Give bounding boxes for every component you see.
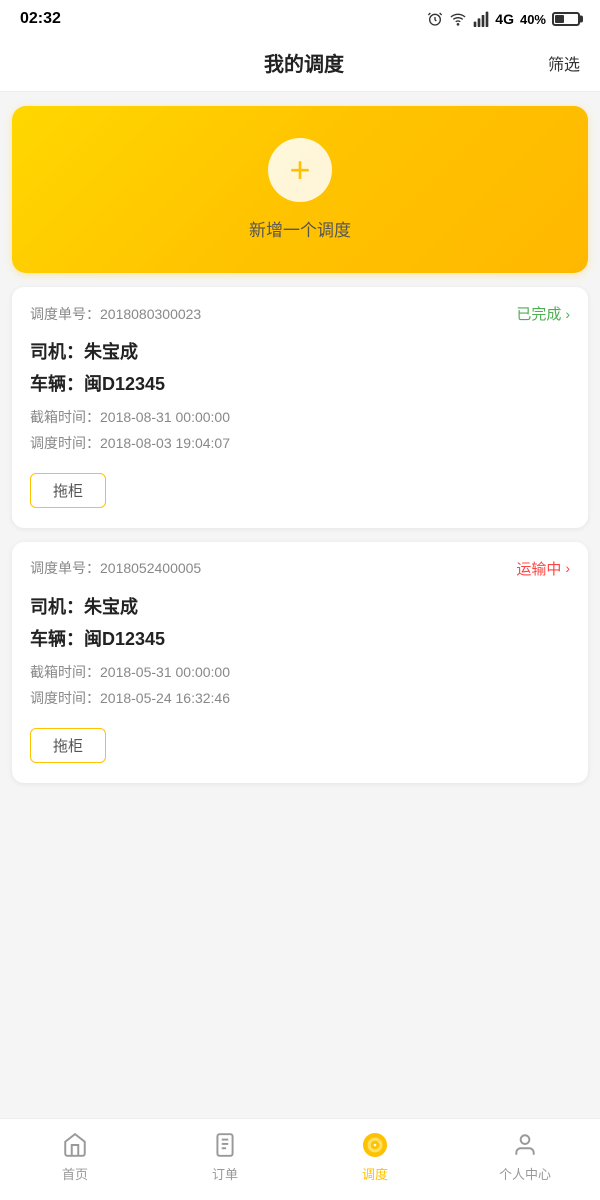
battery-percent: 40% — [520, 12, 546, 27]
nav-label-order: 订单 — [212, 1164, 238, 1183]
order-status-2[interactable]: 运输中 › — [516, 558, 570, 579]
order-vehicle-2: 车辆：闽D12345 — [30, 625, 570, 651]
order-tag-button-2[interactable]: 拖柜 — [30, 728, 106, 763]
bottom-nav: 首页 订单 调度 — [0, 1118, 600, 1200]
status-icons: 4G 40% — [427, 11, 580, 27]
nav-label-home: 首页 — [62, 1164, 88, 1183]
filter-button[interactable]: 筛选 — [548, 51, 580, 75]
main-content: + 新增一个调度 调度单号：2018080300023 已完成 › 司机：朱宝成… — [0, 92, 600, 873]
order-status-1[interactable]: 已完成 › — [516, 303, 570, 324]
order-header-1: 调度单号：2018080300023 已完成 › — [30, 303, 570, 324]
order-number-1: 调度单号：2018080300023 — [30, 304, 201, 324]
order-card-1[interactable]: 调度单号：2018080300023 已完成 › 司机：朱宝成 车辆：闽D123… — [12, 287, 588, 528]
order-driver-2: 司机：朱宝成 — [30, 593, 570, 619]
nav-label-schedule: 调度 — [362, 1164, 388, 1183]
alarm-icon — [427, 11, 443, 27]
profile-icon — [511, 1131, 539, 1159]
order-vehicle-1: 车辆：闽D12345 — [30, 370, 570, 396]
add-label: 新增一个调度 — [249, 216, 351, 241]
plus-icon: + — [289, 152, 310, 188]
nav-item-profile[interactable]: 个人中心 — [450, 1119, 600, 1200]
chevron-icon-1: › — [565, 306, 570, 322]
nav-item-home[interactable]: 首页 — [0, 1119, 150, 1200]
page-title: 我的调度 — [60, 48, 548, 77]
battery-icon — [552, 12, 580, 26]
schedule-icon — [361, 1131, 389, 1159]
order-box-time-2: 截箱时间：2018-05-31 00:00:00 — [30, 661, 570, 683]
order-box-time-1: 截箱时间：2018-08-31 00:00:00 — [30, 406, 570, 428]
status-time: 02:32 — [20, 10, 61, 28]
wifi-icon — [449, 11, 467, 27]
order-schedule-time-1: 调度时间：2018-08-03 19:04:07 — [30, 432, 570, 454]
order-icon — [211, 1131, 239, 1159]
order-driver-1: 司机：朱宝成 — [30, 338, 570, 364]
order-tag-button-1[interactable]: 拖柜 — [30, 473, 106, 508]
order-header-2: 调度单号：2018052400005 运输中 › — [30, 558, 570, 579]
chevron-icon-2: › — [565, 560, 570, 576]
nav-item-schedule[interactable]: 调度 — [300, 1119, 450, 1200]
order-card-2[interactable]: 调度单号：2018052400005 运输中 › 司机：朱宝成 车辆：闽D123… — [12, 542, 588, 783]
signal-icon — [473, 11, 489, 27]
status-bar: 02:32 4G 40% — [0, 0, 600, 36]
home-icon — [61, 1131, 89, 1159]
network-type: 4G — [495, 11, 514, 27]
schedule-svg — [362, 1132, 388, 1158]
order-schedule-time-2: 调度时间：2018-05-24 16:32:46 — [30, 687, 570, 709]
nav-label-profile: 个人中心 — [499, 1164, 551, 1183]
add-circle: + — [268, 138, 332, 202]
page-header: 我的调度 筛选 — [0, 36, 600, 92]
add-schedule-card[interactable]: + 新增一个调度 — [12, 106, 588, 273]
order-number-2: 调度单号：2018052400005 — [30, 558, 201, 578]
nav-item-order[interactable]: 订单 — [150, 1119, 300, 1200]
